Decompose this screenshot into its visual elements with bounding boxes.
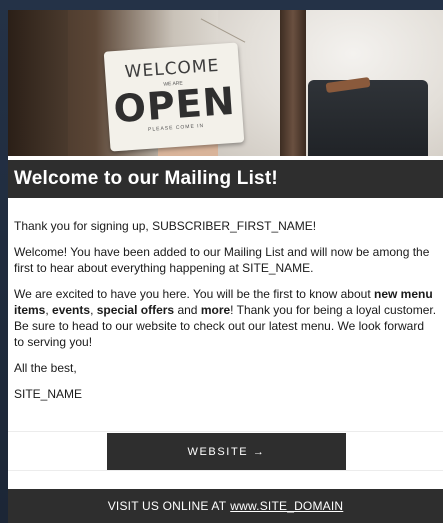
excited-text-start: We are excited to have you here. You wil… xyxy=(14,287,374,301)
open-sign: WELCOME WE ARE OPEN PLEASE COME IN xyxy=(103,42,245,152)
excited-paragraph: We are excited to have you here. You wil… xyxy=(14,286,437,350)
footer-site-link[interactable]: www.SITE_DOMAIN xyxy=(230,499,343,513)
sign-open-text: OPEN xyxy=(112,78,237,132)
bold-more: more xyxy=(200,303,231,317)
hero-image: WELCOME WE ARE OPEN PLEASE COME IN xyxy=(8,10,443,156)
greeting-text: Thank you for signing up, SUBSCRIBER_FIR… xyxy=(14,219,317,233)
page-title: Welcome to our Mailing List! xyxy=(14,168,278,189)
email-body: Thank you for signing up, SUBSCRIBER_FIR… xyxy=(8,198,443,402)
footer-bar: VISIT US ONLINE AT www.SITE_DOMAIN xyxy=(8,489,443,523)
separator: and xyxy=(174,303,201,317)
header-bar: Welcome to our Mailing List! xyxy=(8,160,443,198)
hero-door-post xyxy=(280,10,306,156)
footer-prefix: VISIT US ONLINE AT xyxy=(107,499,227,513)
website-button[interactable]: WEBSITE → xyxy=(107,433,346,470)
signature-text: SITE_NAME xyxy=(14,387,83,401)
separator: , xyxy=(90,303,97,317)
email-container: WELCOME WE ARE OPEN PLEASE COME IN Welco… xyxy=(8,10,443,523)
bold-events: events xyxy=(52,303,91,317)
hero-door-frame xyxy=(8,10,68,156)
welcome-paragraph: Welcome! You have been added to our Mail… xyxy=(14,245,430,275)
signoff-text: All the best, xyxy=(14,361,77,375)
bold-special-offers: special offers xyxy=(96,303,175,317)
button-row: WEBSITE → xyxy=(8,431,443,471)
page-background: WELCOME WE ARE OPEN PLEASE COME IN Welco… xyxy=(0,0,443,523)
